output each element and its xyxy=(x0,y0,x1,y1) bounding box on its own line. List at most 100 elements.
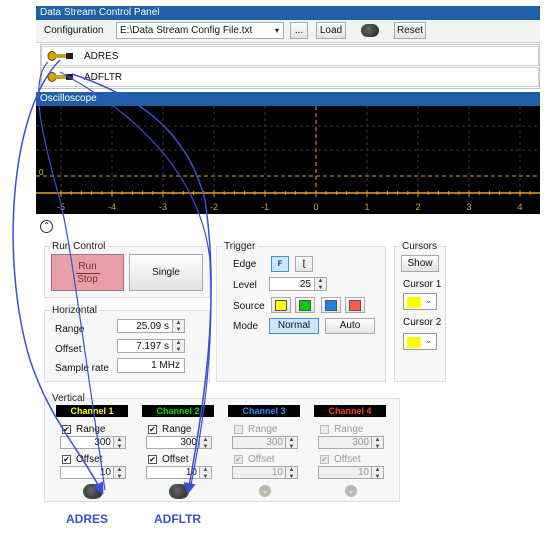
range-checkbox[interactable] xyxy=(320,425,329,434)
probe-plug-icon[interactable] xyxy=(170,485,188,498)
offset-label: Offset xyxy=(248,454,275,465)
x-tick-label: 4 xyxy=(517,202,522,212)
chevron-down-circle-icon[interactable]: ⌄ xyxy=(259,485,271,497)
toggle-knob-icon[interactable] xyxy=(361,24,379,37)
range-label: Range xyxy=(334,424,364,435)
chevron-down-icon: ⌄ xyxy=(425,296,432,305)
offset-label: Offset xyxy=(76,454,103,465)
offset-value: 10 xyxy=(99,467,111,478)
horizontal-group: Horizontal Range 25.09 s ▲ ▼ Offset 7.197… xyxy=(44,305,210,382)
source-channel-4-button[interactable] xyxy=(345,297,365,313)
range-value: 300 xyxy=(266,437,283,448)
source-channel-2-button[interactable] xyxy=(295,297,315,313)
level-value: 25 xyxy=(299,279,311,290)
channel-zero-label: 0 xyxy=(39,168,44,177)
offset-checkbox[interactable]: ✔ xyxy=(234,455,243,464)
config-file-select[interactable]: E:\Data Stream Config File.txt ▾ xyxy=(116,22,284,39)
run-stop-button[interactable]: Run Stop xyxy=(51,254,124,291)
probe-plug-icon[interactable] xyxy=(84,485,102,498)
color-swatch xyxy=(407,337,421,348)
channel-1-column: Channel 1 ✔ Range 300 ▲ ▼ ✔ Offset 10 ▲ ▼ xyxy=(56,405,132,498)
channel-name-label: Channel 1 xyxy=(56,405,128,417)
config-label: Configuration xyxy=(44,25,104,36)
range-checkbox[interactable]: ✔ xyxy=(148,425,157,434)
run-control-title: Run Control xyxy=(50,241,108,252)
spinner-icon[interactable]: ▲ ▼ xyxy=(199,467,211,480)
browse-button[interactable]: ... xyxy=(290,22,308,39)
mode-label: Mode xyxy=(233,321,259,332)
spinner-icon[interactable]: ▲ ▼ xyxy=(371,437,383,450)
range-input[interactable]: 300 ▲ ▼ xyxy=(60,436,126,450)
load-button[interactable]: Load xyxy=(316,22,346,39)
x-tick-label: -4 xyxy=(108,202,116,212)
source-channel-3-button[interactable] xyxy=(321,297,341,313)
oscilloscope-display[interactable]: 0 -5 -4 -3 -2 -1 0 1 2 3 4 xyxy=(36,106,540,214)
trigger-group: Trigger Edge ꜰ ʈ Level 25 ▲ ▼ Source Mode… xyxy=(216,241,386,382)
sample-rate-label: Sample rate xyxy=(55,363,109,374)
spinner-icon[interactable]: ▲ ▼ xyxy=(371,467,383,480)
config-row: Configuration E:\Data Stream Config File… xyxy=(36,20,540,43)
cursors-group: Cursors Show Cursor 1 ⌄ Cursor 2 ⌄ xyxy=(394,241,446,382)
mode-auto-button[interactable]: Auto xyxy=(325,318,375,334)
window-title: Data Stream Control Panel xyxy=(36,6,540,20)
color-swatch xyxy=(275,300,287,311)
spinner-icon[interactable]: ▲ ▼ xyxy=(113,437,125,450)
edge-rising-button[interactable]: ꜰ xyxy=(271,256,289,272)
range-checkbox[interactable] xyxy=(234,425,243,434)
offset-input[interactable]: 10 ▲ ▼ xyxy=(146,466,212,480)
edge-label: Edge xyxy=(233,259,257,270)
source-channel-1-button[interactable] xyxy=(271,297,291,313)
reset-button[interactable]: Reset xyxy=(394,22,426,39)
trigger-title: Trigger xyxy=(222,241,258,252)
trigger-level-input[interactable]: 25 ▲ ▼ xyxy=(269,277,327,291)
cursors-show-button[interactable]: Show xyxy=(401,255,439,272)
chevron-down-icon: ⌄ xyxy=(425,336,432,345)
sample-rate-input[interactable]: 1 MHz xyxy=(117,358,185,373)
color-swatch xyxy=(299,300,311,311)
config-file-value: E:\Data Stream Config File.txt xyxy=(120,25,253,36)
range-checkbox[interactable]: ✔ xyxy=(62,425,71,434)
spinner-icon[interactable]: ▲ ▼ xyxy=(199,437,211,450)
cursor-2-label: Cursor 2 xyxy=(403,317,442,328)
probe-connector-icon xyxy=(47,72,73,82)
spinner-icon[interactable]: ▲ ▼ xyxy=(113,467,125,480)
cursor-1-color-select[interactable]: ⌄ xyxy=(403,293,437,310)
chevron-down-icon: ▾ xyxy=(274,26,279,35)
cursor-2-color-select[interactable]: ⌄ xyxy=(403,333,437,350)
range-input[interactable]: 300 ▲ ▼ xyxy=(318,436,384,450)
spinner-icon[interactable]: ▲ ▼ xyxy=(314,278,326,291)
cursor-1-label: Cursor 1 xyxy=(403,279,442,290)
spinner-icon[interactable]: ▲ ▼ xyxy=(172,340,184,353)
offset-value: 7.197 s xyxy=(136,341,169,352)
edge-falling-button[interactable]: ʈ xyxy=(295,256,313,272)
mode-normal-button[interactable]: Normal xyxy=(269,318,319,334)
annotation-adfltr: ADFLTR xyxy=(154,512,202,526)
single-button[interactable]: Single xyxy=(129,254,203,291)
range-input[interactable]: 300 ▲ ▼ xyxy=(232,436,298,450)
range-value: 300 xyxy=(94,437,111,448)
stream-row-adres[interactable]: ADRES xyxy=(41,46,539,66)
x-tick-label: -1 xyxy=(261,202,269,212)
offset-checkbox[interactable]: ✔ xyxy=(148,455,157,464)
horizontal-offset-input[interactable]: 7.197 s ▲ ▼ xyxy=(117,339,185,353)
stream-row-adfltr[interactable]: ADFLTR xyxy=(41,67,539,87)
offset-checkbox[interactable]: ✔ xyxy=(320,455,329,464)
offset-value: 10 xyxy=(185,467,197,478)
spinner-icon[interactable]: ▲ ▼ xyxy=(285,467,297,480)
x-tick-label: 3 xyxy=(466,202,471,212)
offset-input[interactable]: 10 ▲ ▼ xyxy=(318,466,384,480)
horizontal-range-input[interactable]: 25.09 s ▲ ▼ xyxy=(117,319,185,333)
range-label: Range xyxy=(162,424,192,435)
oscilloscope-title: Oscilloscope xyxy=(36,92,540,106)
range-input[interactable]: 300 ▲ ▼ xyxy=(146,436,212,450)
stream-label: ADFLTR xyxy=(84,72,123,83)
offset-input[interactable]: 10 ▲ ▼ xyxy=(232,466,298,480)
chevron-down-circle-icon[interactable]: ⌄ xyxy=(345,485,357,497)
spinner-icon[interactable]: ▲ ▼ xyxy=(285,437,297,450)
spinner-icon[interactable]: ▲ ▼ xyxy=(172,320,184,333)
collapse-icon[interactable]: ⌃ xyxy=(40,220,53,233)
color-swatch xyxy=(349,300,361,311)
offset-checkbox[interactable]: ✔ xyxy=(62,455,71,464)
cursors-title: Cursors xyxy=(400,241,440,252)
offset-input[interactable]: 10 ▲ ▼ xyxy=(60,466,126,480)
